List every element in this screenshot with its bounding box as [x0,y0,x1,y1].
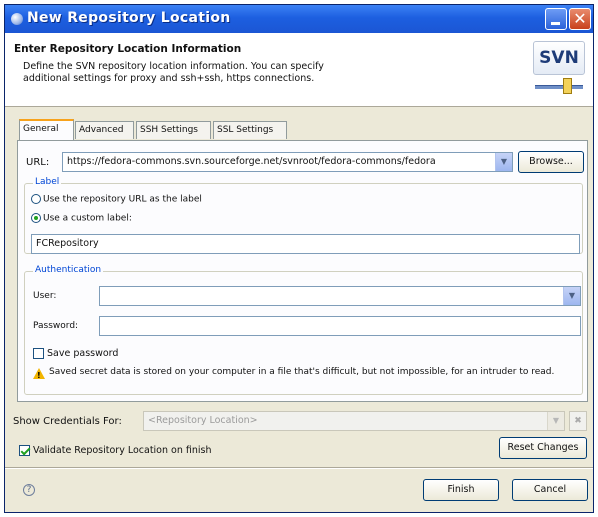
general-tab-panel: URL: https://fedora-commons.svn.sourcefo… [17,140,588,402]
password-label: Password: [33,321,79,331]
authentication-group: Authentication User: ▼ Password: Save pa… [24,265,583,395]
tab-ssh-settings[interactable]: SSH Settings [136,121,211,139]
custom-label-input[interactable]: FCRepository [31,234,580,254]
header-banner: Enter Repository Location Information De… [5,33,593,107]
credentials-combo[interactable]: <Repository Location> ▼ [143,411,565,431]
window-title: New Repository Location [27,10,231,26]
user-combo[interactable]: ▼ [99,286,581,306]
chevron-down-icon[interactable]: ▼ [495,153,512,171]
warning-icon [33,368,45,382]
url-combo[interactable]: https://fedora-commons.svn.sourceforge.n… [62,152,513,172]
minimize-button[interactable] [545,8,567,30]
url-value: https://fedora-commons.svn.sourceforge.n… [67,156,436,167]
label-group-title: Label [33,177,62,187]
url-label: URL: [26,157,50,168]
validate-location-label: Validate Repository Location on finish [33,445,212,456]
minimize-icon [551,22,560,25]
svn-logo-text: SVN [533,41,585,75]
svn-logo-knob [563,78,572,94]
tab-ssl-settings[interactable]: SSL Settings [213,121,287,139]
validate-location-checkbox[interactable]: Validate Repository Location on finish [19,445,212,456]
tab-general[interactable]: General [19,119,74,140]
radio-button[interactable] [31,213,41,223]
authentication-group-title: Authentication [33,265,104,275]
banner-description: Define the SVN repository location infor… [23,61,324,84]
label-group: Label Use the repository URL as the labe… [24,177,583,254]
radio-label: Use the repository URL as the label [43,194,202,205]
show-credentials-label: Show Credentials For: [13,416,122,427]
credentials-placeholder: <Repository Location> [148,415,258,426]
title-bar[interactable]: New Repository Location ✕ [5,5,593,33]
cancel-button[interactable]: Cancel [512,479,588,501]
user-label: User: [33,291,57,301]
finish-button[interactable]: Finish [423,479,499,501]
svn-logo-line [535,85,583,89]
save-password-checkbox[interactable]: Save password [33,348,118,359]
close-button[interactable]: ✕ [569,8,591,30]
chevron-down-icon[interactable]: ▼ [563,287,580,305]
app-icon [11,13,23,25]
clear-credentials-button[interactable]: ✖ [569,411,587,431]
save-password-label: Save password [47,348,119,359]
browse-button[interactable]: Browse... [518,151,584,173]
radio-use-repo-url[interactable]: Use the repository URL as the label [31,194,202,205]
banner-heading: Enter Repository Location Information [14,43,242,55]
help-icon[interactable]: ? [23,484,35,496]
tab-advanced[interactable]: Advanced [75,121,134,139]
footer-divider [5,467,593,469]
clear-icon: ✖ [574,416,582,426]
password-input[interactable] [99,316,581,336]
checkbox[interactable] [33,348,44,359]
new-repository-location-dialog: New Repository Location ✕ Enter Reposito… [4,4,594,513]
reset-changes-button[interactable]: Reset Changes [499,437,587,459]
checkbox[interactable] [19,445,30,456]
svn-logo: SVN [533,41,585,101]
radio-label: Use a custom label: [43,213,132,224]
close-icon: ✕ [573,9,587,28]
warning-text: Saved secret data is stored on your comp… [49,367,555,377]
chevron-down-icon[interactable]: ▼ [547,412,564,430]
radio-use-custom-label[interactable]: Use a custom label: [31,213,132,224]
radio-button[interactable] [31,194,41,204]
